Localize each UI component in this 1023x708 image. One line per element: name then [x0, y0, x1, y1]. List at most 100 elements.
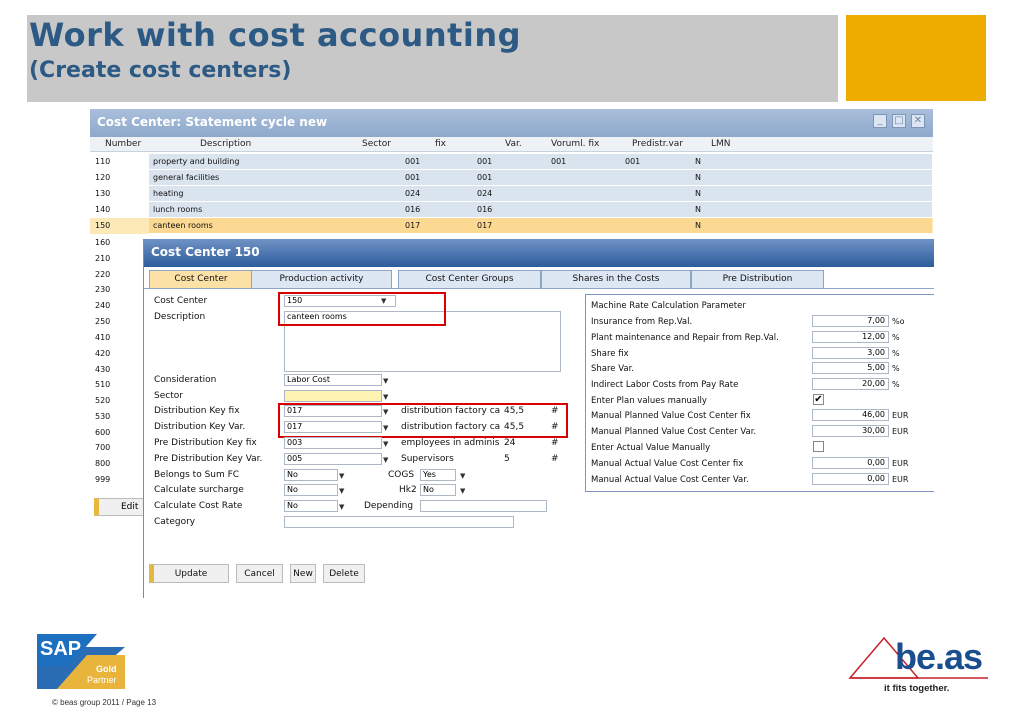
table-row[interactable]: 110 property and building 001 001 001 00…: [90, 154, 933, 170]
row-number[interactable]: 530: [95, 412, 110, 421]
cell-lmn: N: [695, 221, 701, 230]
edit-button[interactable]: Edit: [94, 498, 144, 516]
param-value[interactable]: 5,00: [812, 362, 889, 374]
row-number[interactable]: 600: [95, 428, 110, 437]
col-voruml-fix[interactable]: Voruml. fix: [551, 139, 599, 149]
chevron-down-icon[interactable]: ▼: [383, 440, 388, 448]
maximize-icon[interactable]: □: [892, 114, 906, 128]
param-value[interactable]: 46,00: [812, 409, 889, 421]
update-button[interactable]: Update: [149, 564, 229, 583]
tab-cost-center[interactable]: Cost Center: [149, 270, 253, 288]
copyright: © beas group 2011 / Page 13: [52, 698, 157, 707]
param-label: Share fix: [591, 349, 629, 359]
col-fix[interactable]: fix: [435, 139, 446, 149]
cost-rate-select[interactable]: No: [284, 500, 338, 512]
tab-cost-center-groups[interactable]: Cost Center Groups: [398, 270, 541, 288]
row-number[interactable]: 240: [95, 301, 110, 310]
tab-production-activity[interactable]: Production activity: [251, 270, 392, 288]
param-value[interactable]: 12,00: [812, 331, 889, 343]
close-icon[interactable]: ✕: [911, 114, 925, 128]
cell-number: 130: [95, 189, 111, 198]
row-number[interactable]: 410: [95, 333, 110, 342]
param-label: Plant maintenance and Repair from Rep.Va…: [591, 333, 779, 343]
accent-square: [846, 15, 986, 101]
chevron-down-icon[interactable]: ▼: [460, 487, 465, 495]
plan-manual-checkbox[interactable]: ✔: [813, 394, 824, 405]
row-number[interactable]: 420: [95, 349, 110, 358]
hk2-select[interactable]: No: [420, 484, 456, 496]
row-number[interactable]: 700: [95, 443, 110, 452]
param-unit: EUR: [892, 411, 909, 420]
chevron-down-icon[interactable]: ▼: [339, 487, 344, 495]
cell-predistr: 001: [625, 157, 641, 166]
row-number[interactable]: 800: [95, 459, 110, 468]
chevron-down-icon[interactable]: ▼: [339, 472, 344, 480]
table-row[interactable]: 130 heating 024 024 N: [90, 186, 933, 202]
col-number[interactable]: Number: [105, 139, 141, 149]
cell-voruml: 001: [551, 157, 567, 166]
chevron-down-icon[interactable]: ▼: [460, 472, 465, 480]
minimize-icon[interactable]: _: [873, 114, 887, 128]
cost-rate-label: Calculate Cost Rate: [154, 501, 243, 511]
window-titlebar[interactable]: Cost Center 150: [144, 239, 934, 267]
beas-text: be.as: [895, 636, 983, 677]
sector-select[interactable]: [284, 390, 382, 402]
chevron-down-icon[interactable]: ▼: [383, 377, 388, 385]
row-number[interactable]: 230: [95, 285, 110, 294]
row-number[interactable]: 510: [95, 380, 110, 389]
table-row-selected[interactable]: 150 canteen rooms 017 017 N: [90, 218, 933, 234]
row-number[interactable]: 250: [95, 317, 110, 326]
tab-pre-distribution[interactable]: Pre Distribution: [691, 270, 824, 288]
row-number[interactable]: 430: [95, 365, 110, 374]
pre-dist-var-select[interactable]: 005: [284, 453, 382, 465]
sap-text: SAP: [40, 638, 82, 660]
beas-slogan: it fits together.: [884, 683, 950, 694]
category-field[interactable]: [284, 516, 514, 528]
sum-fc-select[interactable]: No: [284, 469, 338, 481]
param-label: Manual Actual Value Cost Center fix: [591, 459, 744, 469]
table-row[interactable]: 140 lunch rooms 016 016 N: [90, 202, 933, 218]
row-number[interactable]: 160: [95, 238, 110, 247]
col-var[interactable]: Var.: [505, 139, 522, 149]
param-value[interactable]: 0,00: [812, 473, 889, 485]
surcharge-select[interactable]: No: [284, 484, 338, 496]
chevron-down-icon[interactable]: ▼: [339, 503, 344, 511]
cell-description: property and building: [153, 157, 240, 166]
page-title: Work with cost accounting: [29, 16, 522, 54]
grid-header: Number Description Sector fix Var. Vorum…: [90, 137, 933, 152]
delete-button[interactable]: Delete: [323, 564, 365, 583]
row-number[interactable]: 220: [95, 270, 110, 279]
cell-lmn: N: [695, 189, 701, 198]
row-number[interactable]: 999: [95, 475, 110, 484]
param-value[interactable]: 20,00: [812, 378, 889, 390]
param-label: Share Var.: [591, 364, 635, 374]
col-description[interactable]: Description: [200, 139, 251, 149]
cogs-select[interactable]: Yes: [420, 469, 456, 481]
chevron-down-icon[interactable]: ▼: [383, 393, 388, 401]
param-unit: EUR: [892, 459, 909, 468]
cell-description: lunch rooms: [153, 205, 203, 214]
param-value[interactable]: 30,00: [812, 425, 889, 437]
col-lmn[interactable]: LMN: [711, 139, 731, 149]
col-predistr-var[interactable]: Predistr.var: [632, 139, 683, 149]
param-value[interactable]: 7,00: [812, 315, 889, 327]
consideration-select[interactable]: Labor Cost: [284, 374, 382, 386]
tab-shares-in-costs[interactable]: Shares in the Costs: [541, 270, 691, 288]
param-unit: %: [892, 349, 900, 358]
pre-dist-fix-select[interactable]: 003: [284, 437, 382, 449]
cancel-button[interactable]: Cancel: [236, 564, 283, 583]
param-value[interactable]: 0,00: [812, 457, 889, 469]
table-row[interactable]: 120 general facilities 001 001 N: [90, 170, 933, 186]
param-value[interactable]: 3,00: [812, 347, 889, 359]
chevron-down-icon[interactable]: ▼: [383, 456, 388, 464]
row-number[interactable]: 210: [95, 254, 110, 263]
window-titlebar[interactable]: Cost Center: Statement cycle new _ □ ✕: [90, 109, 933, 137]
cell-var: 001: [477, 173, 493, 182]
row-number[interactable]: 520: [95, 396, 110, 405]
depending-field[interactable]: [420, 500, 547, 512]
cell-var: 017: [477, 221, 493, 230]
actual-manual-checkbox[interactable]: [813, 441, 824, 452]
col-sector[interactable]: Sector: [362, 139, 391, 149]
cell-fix: 024: [405, 189, 421, 198]
new-button[interactable]: New: [290, 564, 316, 583]
